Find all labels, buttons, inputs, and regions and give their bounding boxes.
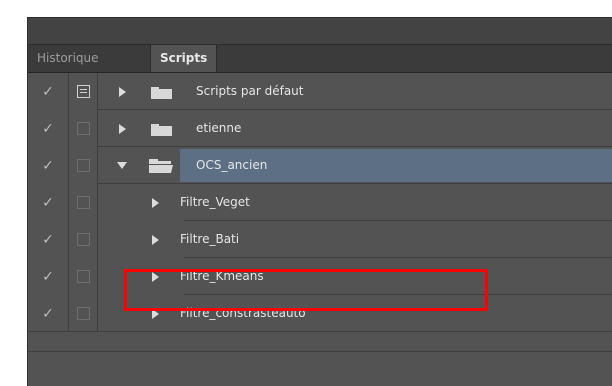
tab-scripts[interactable]: Scripts	[150, 45, 218, 72]
dialog-icon	[76, 85, 90, 98]
dialog-icon	[76, 307, 90, 320]
dialog-toggle[interactable]	[69, 221, 97, 258]
dialog-toggle[interactable]	[69, 184, 97, 221]
dialog-icon	[76, 233, 90, 246]
list-item-label: Filtre_Bati	[180, 232, 240, 246]
dialog-toggle[interactable]	[69, 110, 97, 147]
folder-icon	[151, 124, 172, 136]
panel-tabbar: Historique Scripts	[28, 45, 612, 73]
list-item-filtre-bati[interactable]: ✓ Filtre_Bati	[28, 221, 612, 258]
triangle-right-icon[interactable]	[148, 221, 162, 258]
dialog-toggle[interactable]	[69, 258, 97, 295]
check-icon[interactable]: ✓	[28, 295, 68, 332]
actions-panel: Historique Scripts ✓ Scripts par défaut …	[27, 17, 612, 386]
dialog-icon	[76, 196, 90, 209]
check-icon[interactable]: ✓	[28, 73, 68, 110]
panel-empty-area	[28, 351, 612, 386]
tab-historique[interactable]: Historique	[28, 45, 108, 72]
dialog-icon	[76, 270, 90, 283]
check-icon[interactable]: ✓	[28, 110, 68, 147]
list-item-scripts-par-defaut[interactable]: ✓ Scripts par défaut	[28, 73, 612, 110]
annotation-highlight-box	[124, 269, 488, 311]
folder-icon	[151, 87, 172, 99]
list-item-etienne[interactable]: ✓ etienne	[28, 110, 612, 147]
check-icon[interactable]: ✓	[28, 147, 68, 184]
list-item-label: Scripts par défaut	[196, 84, 304, 98]
list-item-ocs-ancien[interactable]: ✓ OCS_ancien	[28, 147, 612, 184]
triangle-right-icon[interactable]	[115, 110, 129, 147]
check-icon[interactable]: ✓	[28, 221, 68, 258]
triangle-down-icon[interactable]	[115, 147, 129, 184]
panel-title-strip[interactable]	[28, 18, 612, 45]
triangle-right-icon[interactable]	[148, 184, 162, 221]
check-icon[interactable]: ✓	[28, 184, 68, 221]
triangle-right-icon[interactable]	[115, 73, 129, 110]
list-item-label: Filtre_Veget	[180, 195, 250, 209]
dialog-icon	[76, 122, 90, 135]
list-item-filtre-veget[interactable]: ✓ Filtre_Veget	[28, 184, 612, 221]
dialog-toggle[interactable]	[69, 147, 97, 184]
dialog-toggle[interactable]	[69, 295, 97, 332]
dialog-toggle[interactable]	[69, 73, 97, 110]
check-icon[interactable]: ✓	[28, 258, 68, 295]
list-item-label: etienne	[196, 121, 242, 135]
list-item-label: OCS_ancien	[196, 158, 268, 172]
dialog-icon	[76, 159, 90, 172]
open-folder-icon	[149, 159, 173, 173]
